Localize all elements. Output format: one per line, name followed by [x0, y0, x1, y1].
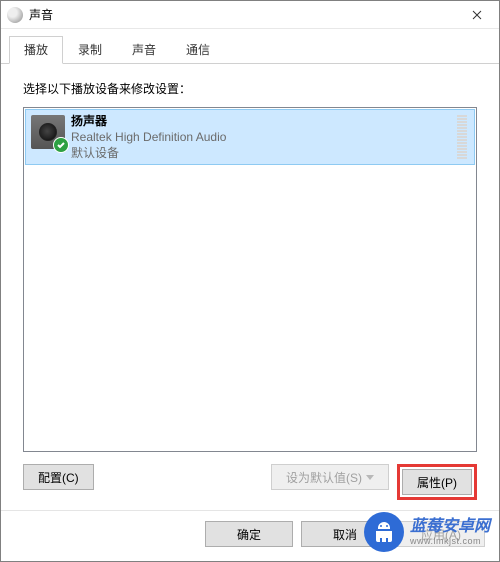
close-icon — [472, 10, 482, 20]
instruction-text: 选择以下播放设备来修改设置： — [23, 80, 477, 97]
device-button-row: 配置(C) 设为默认值(S) 属性(P) — [23, 464, 477, 500]
level-meter — [457, 113, 469, 159]
device-status: 默认设备 — [71, 145, 451, 161]
tab-communications[interactable]: 通信 — [171, 36, 225, 64]
default-check-icon — [53, 137, 69, 153]
speaker-icon — [31, 115, 65, 149]
configure-button[interactable]: 配置(C) — [23, 464, 94, 490]
tab-strip: 播放 录制 声音 通信 — [1, 29, 499, 64]
device-name: 扬声器 — [71, 113, 451, 129]
properties-highlight: 属性(P) — [397, 464, 477, 500]
tab-content: 选择以下播放设备来修改设置： 扬声器 Realtek High Definiti… — [1, 64, 499, 510]
cancel-button[interactable]: 取消 — [301, 521, 389, 547]
close-button[interactable] — [455, 1, 499, 29]
playback-device-list[interactable]: 扬声器 Realtek High Definition Audio 默认设备 — [23, 107, 477, 452]
apply-button: 应用(A) — [397, 521, 485, 547]
set-default-button: 设为默认值(S) — [271, 464, 389, 490]
device-item-speakers[interactable]: 扬声器 Realtek High Definition Audio 默认设备 — [25, 109, 475, 165]
ok-button[interactable]: 确定 — [205, 521, 293, 547]
tab-recording[interactable]: 录制 — [63, 36, 117, 64]
tab-playback[interactable]: 播放 — [9, 36, 63, 64]
sound-app-icon — [7, 7, 23, 23]
dialog-footer: 确定 取消 应用(A) — [1, 510, 499, 561]
device-driver: Realtek High Definition Audio — [71, 129, 451, 145]
titlebar: 声音 — [1, 1, 499, 29]
tab-sounds[interactable]: 声音 — [117, 36, 171, 64]
properties-button[interactable]: 属性(P) — [402, 469, 472, 495]
sound-dialog: 声音 播放 录制 声音 通信 选择以下播放设备来修改设置： 扬声器 Realte… — [0, 0, 500, 562]
chevron-down-icon — [366, 470, 374, 484]
window-title: 声音 — [29, 6, 455, 23]
set-default-label: 设为默认值(S) — [286, 469, 362, 486]
device-text: 扬声器 Realtek High Definition Audio 默认设备 — [71, 113, 451, 161]
